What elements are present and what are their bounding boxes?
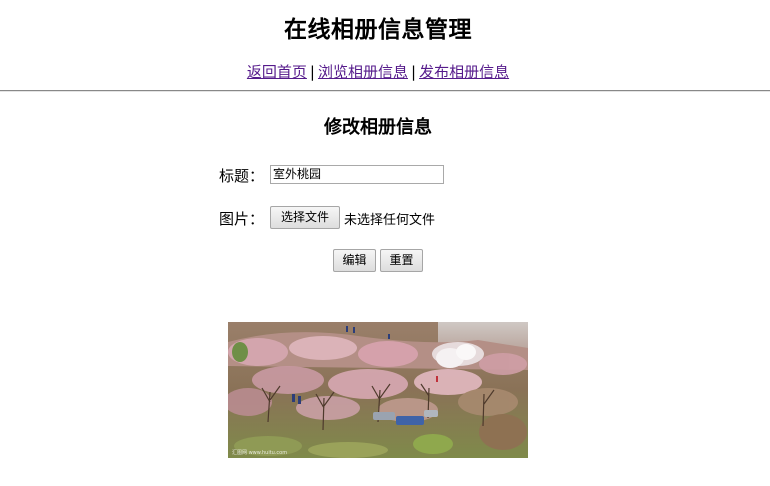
peach-orchard-image: [228, 322, 528, 458]
form-heading: 修改相册信息: [324, 117, 432, 138]
edit-button[interactable]: 编辑: [333, 249, 376, 272]
browse-link[interactable]: 浏览相册信息: [318, 63, 408, 81]
album-photo: 汇图网 www.huitu.com: [228, 322, 528, 458]
top-nav: 返回首页 | 浏览相册信息 | 发布相册信息: [0, 61, 756, 82]
photo-watermark: 汇图网 www.huitu.com: [232, 450, 288, 456]
title-label: 标题：: [219, 167, 265, 185]
nav-separator: |: [309, 63, 315, 81]
image-label: 图片：: [219, 210, 265, 228]
nav-separator: |: [411, 63, 417, 81]
choose-file-button[interactable]: 选择文件: [270, 206, 340, 229]
reset-button[interactable]: 重置: [380, 249, 423, 272]
home-link[interactable]: 返回首页: [247, 63, 307, 81]
publish-link[interactable]: 发布相册信息: [419, 63, 509, 81]
title-input[interactable]: [270, 165, 444, 184]
page: 在线相册信息管理 返回首页|浏览相册信息|发布相册信息 修改相册信息 标题： 图…: [0, 0, 770, 486]
file-status: 未选择任何文件: [344, 213, 436, 228]
divider: [0, 90, 770, 92]
page-title: 在线相册信息管理: [284, 17, 472, 43]
